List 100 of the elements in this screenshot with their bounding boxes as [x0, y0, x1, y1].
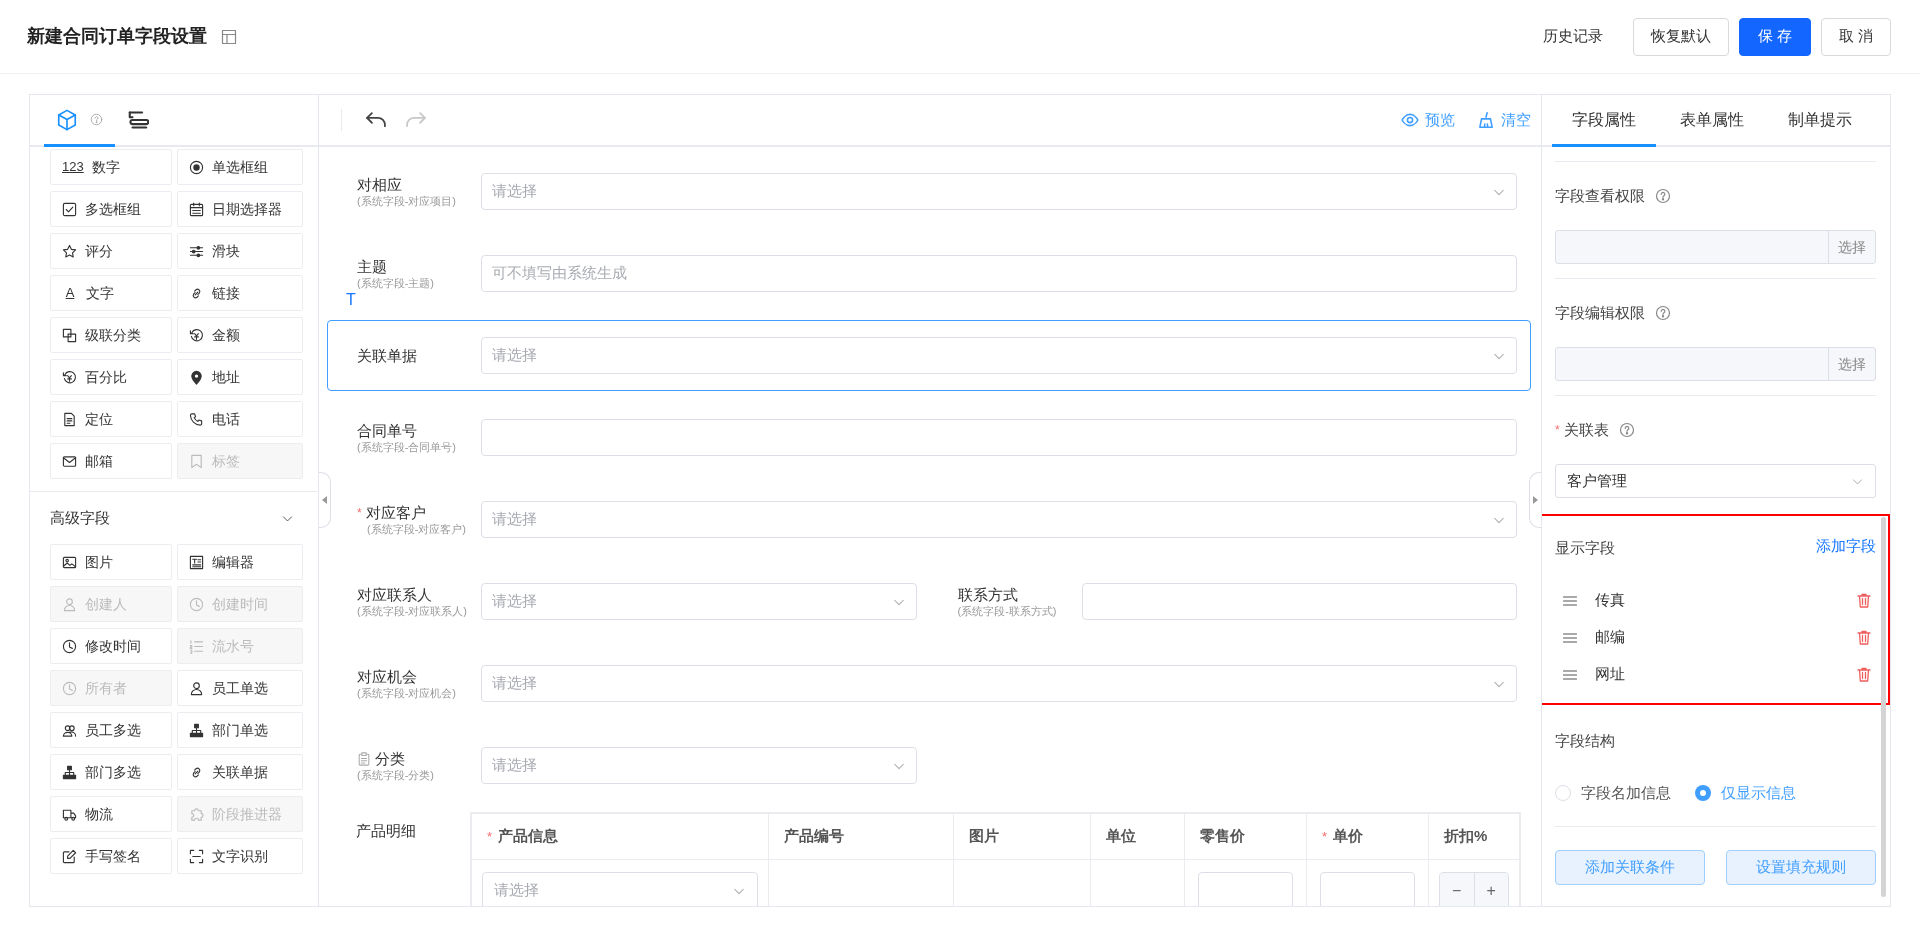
property-tab[interactable]: 字段属性 — [1552, 95, 1656, 147]
field-sublabel: (系统字段-对应机会) — [357, 687, 457, 700]
trash-icon[interactable] — [1856, 666, 1872, 683]
overlapping-squares-icon — [62, 327, 77, 343]
image-icon — [62, 554, 77, 570]
form-row[interactable]: 主题 (系统字段-主题) 可不填写由系统生成 T — [327, 238, 1531, 309]
field-type-item[interactable]: 手写签名 — [50, 838, 172, 874]
field-type-item[interactable]: 多选框组 — [50, 191, 172, 227]
radio-icon — [189, 159, 204, 175]
field-type-item[interactable]: 日期选择器 — [177, 191, 303, 227]
field-sublabel: (系统字段-对应项目) — [357, 195, 457, 208]
input-field[interactable] — [1320, 872, 1415, 906]
required-mark: * — [1322, 827, 1328, 846]
field-type-item[interactable]: 部门单选 — [177, 712, 303, 748]
permission-field[interactable]: 选择 — [1555, 347, 1876, 381]
decrement-button[interactable]: − — [1440, 873, 1475, 906]
radio-button[interactable] — [1555, 785, 1571, 802]
field-type-item[interactable]: 编辑器 — [177, 544, 303, 580]
input-field[interactable] — [1198, 872, 1293, 906]
clock-icon — [62, 638, 77, 654]
input-field[interactable] — [481, 419, 1517, 456]
phone-icon — [189, 411, 204, 427]
field-type-item[interactable]: 员工多选 — [50, 712, 172, 748]
help-icon[interactable] — [1655, 305, 1671, 321]
radio-button[interactable] — [1695, 785, 1711, 802]
collapse-handle[interactable] — [1529, 472, 1541, 528]
collapse-handle[interactable] — [319, 472, 331, 528]
field-type-item[interactable]: 员工单选 — [177, 670, 303, 706]
circular-arrow-icon — [62, 369, 77, 385]
user-icon — [62, 596, 77, 612]
field-type-item[interactable]: 评分 — [50, 233, 172, 269]
header-button[interactable]: 恢复默认 — [1632, 17, 1729, 56]
field-type-item[interactable]: 单选框组 — [177, 149, 303, 185]
field-type-item[interactable]: A 文字 — [50, 275, 172, 311]
calendar-icon — [189, 201, 204, 217]
select-button[interactable]: 选择 — [1828, 348, 1875, 380]
field-type-item[interactable]: 级联分类 — [50, 317, 172, 353]
text-editor-icon — [189, 554, 204, 570]
display-field-name: 传真 — [1595, 590, 1625, 611]
select-button[interactable]: 选择 — [1828, 231, 1875, 263]
select-field[interactable]: 客户管理 — [1555, 464, 1876, 498]
form-row[interactable]: 对应联系人 (系统字段-对应联系人) 请选择 联系方式 (系统字段-联系方式) — [327, 566, 1531, 637]
field-type-item[interactable]: 邮箱 — [50, 443, 172, 479]
input-field[interactable] — [1081, 583, 1517, 620]
field-sublabel: (系统字段-分类) — [357, 769, 435, 782]
document-icon — [62, 411, 77, 427]
display-field-name: 网址 — [1595, 664, 1625, 685]
column-header: * 单价 — [1307, 814, 1429, 859]
field-type-item[interactable]: 123 数字 — [50, 149, 172, 185]
field-type-item[interactable]: 百分比 — [50, 359, 172, 395]
field-type-item[interactable]: 修改时间 — [50, 628, 172, 664]
required-mark: * — [1555, 422, 1560, 439]
field-type-item[interactable]: 滑块 — [177, 233, 303, 269]
page-title: 新建合同订单字段设置 — [27, 25, 207, 48]
outline-icon — [127, 108, 149, 131]
trash-icon[interactable] — [1856, 629, 1872, 646]
help-icon[interactable] — [90, 113, 103, 126]
help-icon[interactable] — [1618, 422, 1635, 438]
field-type-item[interactable]: 部门多选 — [50, 754, 172, 790]
add-field-link[interactable]: 添加字段 — [1816, 534, 1876, 558]
radio-option[interactable]: 字段名加信息 — [1555, 782, 1671, 805]
help-icon[interactable] — [1655, 188, 1671, 204]
history-link[interactable]: 历史记录 — [1530, 17, 1615, 56]
trash-icon[interactable] — [1856, 592, 1872, 609]
field-sublabel: (系统字段-合同单号) — [357, 441, 457, 454]
property-tab[interactable]: 表单属性 — [1660, 95, 1764, 147]
org-chart-icon — [189, 722, 204, 738]
form-row[interactable]: 对相应 (系统字段-对应项目) 请选择 — [327, 156, 1531, 227]
advanced-section-header[interactable]: 高级字段 — [30, 492, 318, 544]
header-button[interactable]: 保 存 — [1738, 17, 1811, 56]
required-mark: * — [487, 827, 493, 846]
property-tab[interactable]: 制单提示 — [1768, 95, 1872, 147]
scrollbar-thumb[interactable] — [1881, 517, 1886, 897]
field-label: 分类 — [375, 749, 405, 769]
form-row[interactable]: * 对应客户 (系统字段-对应客户) 请选择 — [327, 484, 1531, 555]
field-type-item[interactable]: 文字识别 — [177, 838, 303, 874]
field-type-item[interactable]: 物流 — [50, 796, 172, 832]
field-type-item[interactable]: 链接 — [177, 275, 303, 311]
form-row[interactable]: 对应机会 (系统字段-对应机会) 请选择 — [327, 648, 1531, 719]
form-row[interactable]: 合同单号 (系统字段-合同单号) — [327, 402, 1531, 473]
field-type-item[interactable]: 地址 — [177, 359, 303, 395]
section-title: 高级字段 — [50, 507, 110, 528]
field-type-item[interactable]: 定位 — [50, 401, 172, 437]
field-label: 对应联系人 — [357, 585, 432, 605]
field-type-item[interactable]: 图片 — [50, 544, 172, 580]
header-button[interactable]: 取 消 — [1820, 17, 1891, 56]
field-type-item[interactable]: 金额 — [177, 317, 303, 353]
field-label: 产品明细 — [356, 821, 417, 841]
field-type-item[interactable]: 电话 — [177, 401, 303, 437]
permission-field[interactable]: 选择 — [1555, 230, 1876, 264]
form-row[interactable]: 关联单据 请选择 — [327, 320, 1531, 391]
scan-icon — [189, 848, 204, 864]
field-label: 主题 — [357, 257, 387, 277]
property-label: 关联表 — [1563, 419, 1609, 440]
increment-button[interactable]: + — [1474, 873, 1508, 906]
field-type-item[interactable]: 关联单据 — [177, 754, 303, 790]
field-type-symbol: 123 — [62, 158, 84, 176]
clock-icon — [189, 596, 204, 612]
form-row[interactable]: 分类 (系统字段-分类) 请选择 — [327, 730, 1531, 801]
layout-icon[interactable] — [221, 28, 237, 45]
